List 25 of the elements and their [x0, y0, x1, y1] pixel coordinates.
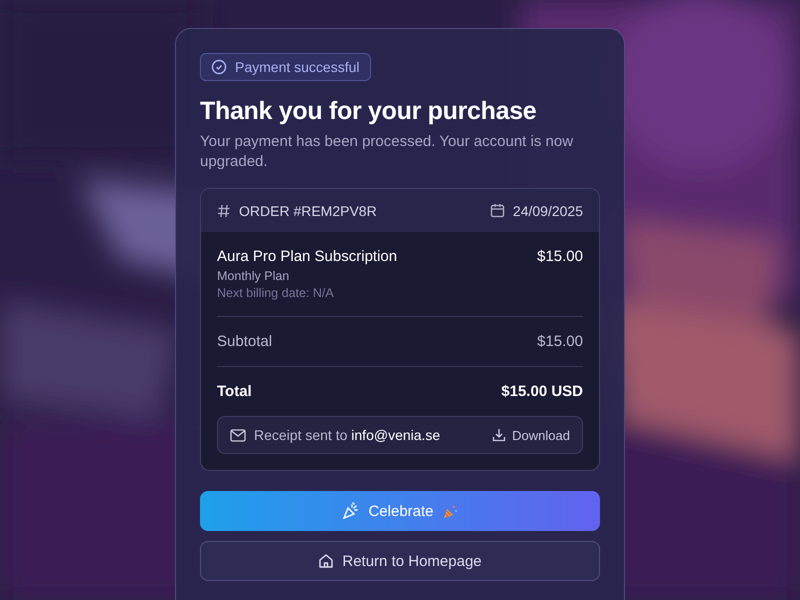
home-icon	[318, 553, 334, 569]
badge-label: Payment successful	[235, 59, 360, 75]
plan-label: Monthly Plan	[217, 269, 290, 283]
download-icon	[492, 428, 506, 442]
order-date: 24/09/2025	[512, 202, 583, 218]
total-value: $15.00 USD	[501, 383, 583, 400]
item-price: $15.00	[537, 248, 583, 265]
order-number: ORDER #REM2PV8R	[239, 202, 377, 218]
party-popper-icon	[342, 502, 360, 520]
subtitle: Your payment has been processed. Your account is now upgraded.	[200, 132, 574, 172]
download-button[interactable]: Download	[492, 428, 570, 442]
confetti-icon	[442, 503, 458, 519]
item-name: Aura Pro Plan Subscription	[217, 248, 398, 265]
mail-icon	[230, 428, 246, 442]
celebrate-button[interactable]: Celebrate	[200, 491, 600, 531]
check-circle-icon	[211, 59, 227, 75]
total-label: Total	[217, 383, 252, 400]
calendar-icon	[490, 203, 505, 218]
receipt-text: Receipt sent to info@venia.se	[254, 427, 440, 443]
subtotal-label: Subtotal	[217, 333, 272, 350]
home-button[interactable]: Return to Homepage	[200, 541, 600, 581]
hash-icon	[217, 204, 231, 218]
subtotal-value: $15.00	[537, 333, 583, 350]
billing-date: Next billing date: N/A	[217, 286, 335, 300]
page-title: Thank you for your purchase	[200, 97, 538, 126]
